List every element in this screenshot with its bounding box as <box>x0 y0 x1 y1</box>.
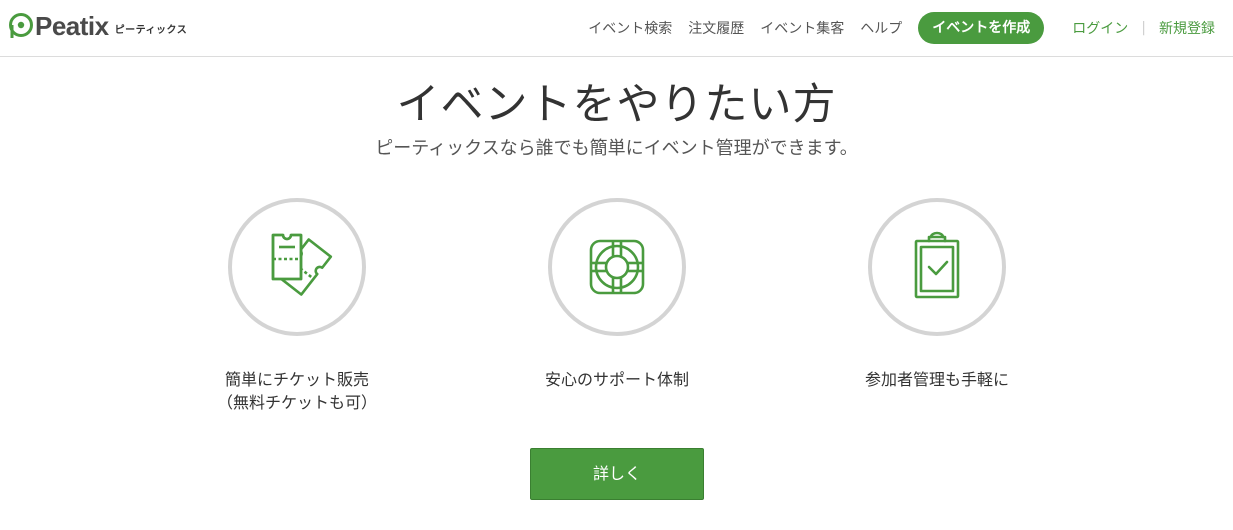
header-nav: イベント検索 注文履歴 イベント集客 ヘルプ イベントを作成 ログイン | 新規… <box>588 12 1215 44</box>
feature-label: 安心のサポート体制 <box>497 368 737 391</box>
lifebuoy-icon <box>589 239 645 295</box>
feature-label-line1: 安心のサポート体制 <box>544 370 689 389</box>
nav-order-history[interactable]: 注文履歴 <box>688 18 744 38</box>
peatix-logo[interactable]: Peatix ピーティックス <box>9 11 187 41</box>
feature-support: 安心のサポート体制 <box>497 198 737 391</box>
nav-event-promotion[interactable]: イベント集客 <box>760 18 844 38</box>
learn-more-button[interactable]: 詳しく <box>530 448 704 500</box>
page-title: イベントをやりたい方 <box>396 80 837 130</box>
peatix-logo-icon <box>9 13 33 38</box>
logo-text: Peatix <box>35 11 109 41</box>
site-header: Peatix ピーティックス イベント検索 注文履歴 イベント集客 ヘルプ イベ… <box>0 0 1233 57</box>
nav-event-search[interactable]: イベント検索 <box>588 18 672 38</box>
feature-label-line1: 簡単にチケット販売 <box>224 370 369 389</box>
feature-icon-circle <box>228 198 366 336</box>
feature-label-line1: 参加者管理も手軽に <box>864 370 1009 389</box>
feature-ticket-sales: 簡単にチケット販売 （無料チケットも可） <box>177 198 417 414</box>
page-subtitle: ピーティックスなら誰でも簡単にイベント管理ができます。 <box>375 138 858 159</box>
login-link[interactable]: ログイン <box>1072 18 1128 38</box>
feature-label-line2: （無料チケットも可） <box>216 393 377 412</box>
auth-separator: | <box>1141 20 1146 36</box>
nav-help[interactable]: ヘルプ <box>860 18 902 38</box>
feature-label: 簡単にチケット販売 （無料チケットも可） <box>177 368 417 414</box>
clipboard-check-icon <box>914 231 960 299</box>
ticket-icon <box>271 233 333 296</box>
logo-subtitle: ピーティックス <box>114 24 188 36</box>
feature-attendee-management: 参加者管理も手軽に <box>817 198 1057 391</box>
feature-label: 参加者管理も手軽に <box>817 368 1057 391</box>
feature-icon-circle <box>868 198 1006 336</box>
signup-link[interactable]: 新規登録 <box>1159 18 1215 38</box>
create-event-button[interactable]: イベントを作成 <box>918 12 1045 44</box>
feature-icon-circle <box>548 198 686 336</box>
